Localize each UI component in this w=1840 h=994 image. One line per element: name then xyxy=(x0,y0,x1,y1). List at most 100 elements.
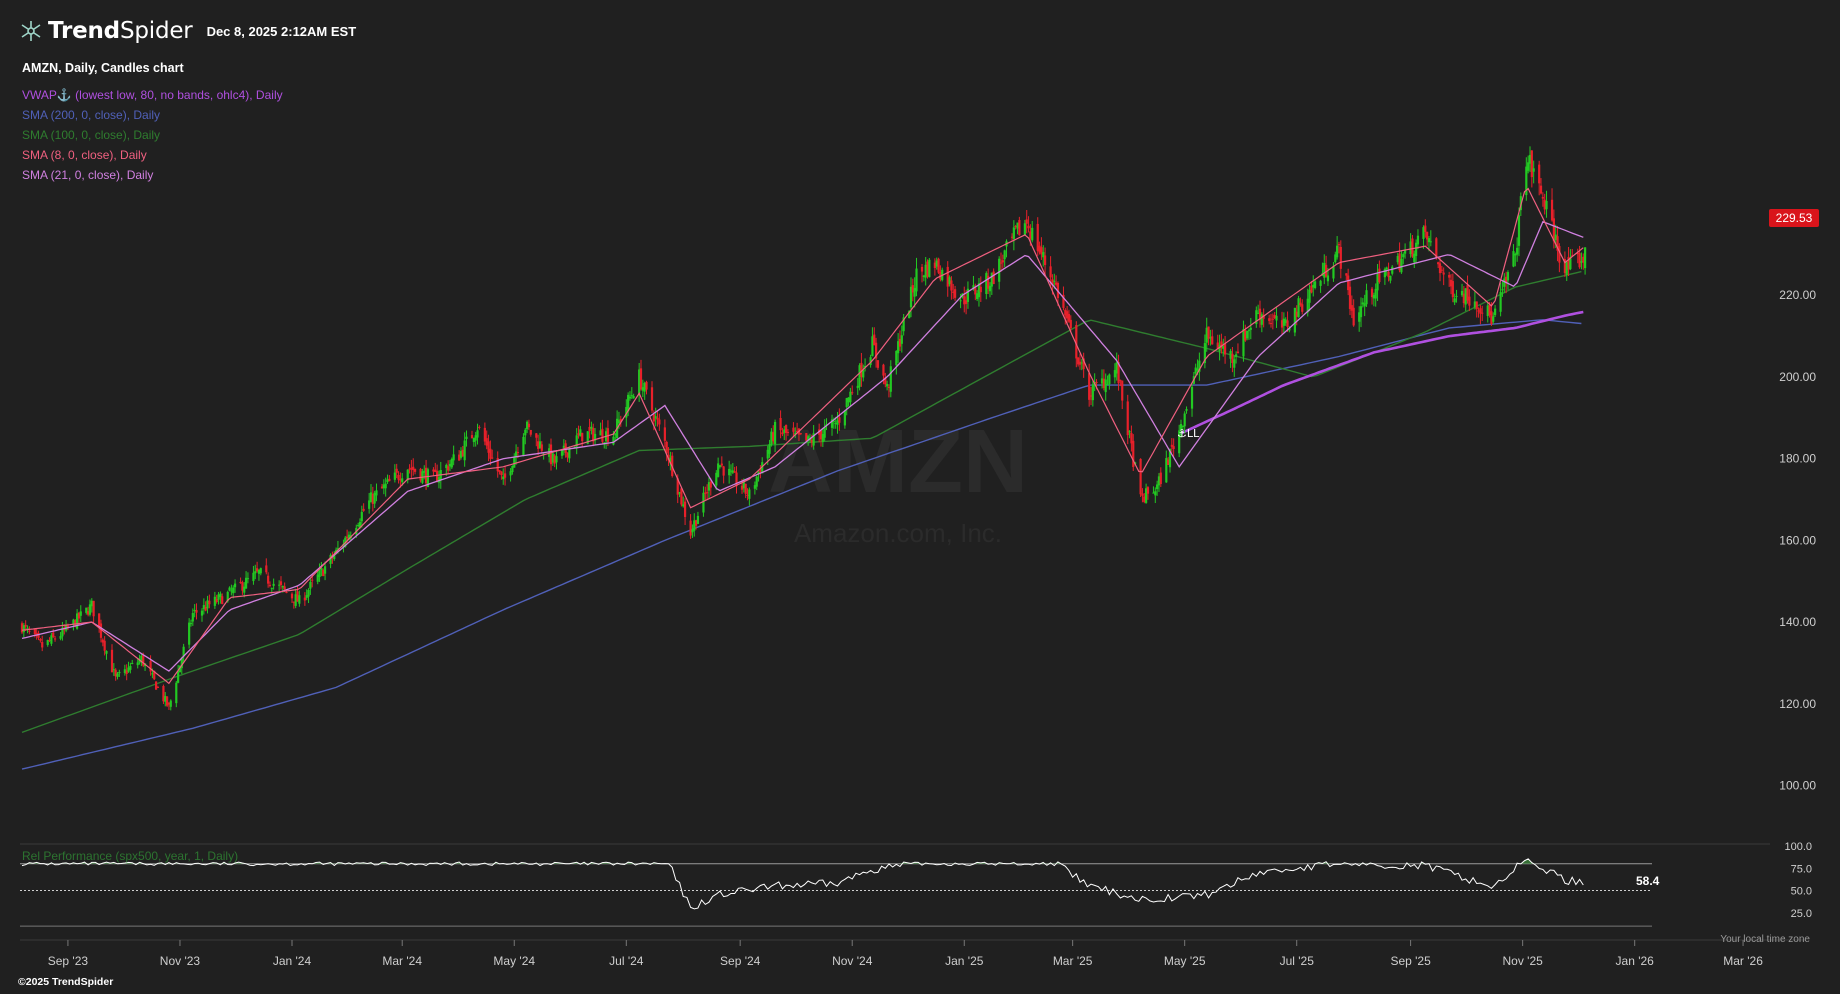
candle-body[interactable] xyxy=(303,597,306,601)
candle-body[interactable] xyxy=(1246,330,1249,339)
candle-body[interactable] xyxy=(1435,238,1438,258)
candle-body[interactable] xyxy=(1012,227,1015,239)
candle-body[interactable] xyxy=(1385,267,1388,270)
candle-body[interactable] xyxy=(298,595,301,604)
candle-body[interactable] xyxy=(535,433,538,438)
candle-body[interactable] xyxy=(28,630,31,632)
legend-item[interactable]: SMA (200, 0, close), Daily xyxy=(22,105,283,125)
rel-performance-panel[interactable]: 100.0 75.0 50.0 25.0 xyxy=(20,841,1812,927)
candle-body[interactable] xyxy=(1481,312,1484,314)
candle-body[interactable] xyxy=(259,568,262,574)
candle-body[interactable] xyxy=(709,481,712,488)
candle-body[interactable] xyxy=(1049,266,1052,278)
candle-body[interactable] xyxy=(581,432,584,442)
candle-body[interactable] xyxy=(129,665,132,670)
candle-body[interactable] xyxy=(1517,215,1521,246)
candle-body[interactable] xyxy=(851,392,854,394)
trendspider-logo[interactable]: TrendSpider xyxy=(20,18,193,44)
candle-body[interactable] xyxy=(268,584,272,586)
candle-body[interactable] xyxy=(232,587,235,594)
candle-body[interactable] xyxy=(1121,380,1124,401)
candle-body[interactable] xyxy=(246,578,250,580)
candle-body[interactable] xyxy=(272,583,275,586)
candle-body[interactable] xyxy=(786,431,790,433)
candle-body[interactable] xyxy=(992,271,995,285)
candle-body[interactable] xyxy=(862,370,865,378)
candle-body[interactable] xyxy=(843,411,846,426)
candle-body[interactable] xyxy=(1268,318,1271,321)
candle-body[interactable] xyxy=(1128,431,1131,433)
candle-body[interactable] xyxy=(154,681,158,690)
candle-body[interactable] xyxy=(24,624,27,627)
candle-body[interactable] xyxy=(1185,409,1188,411)
candle-body[interactable] xyxy=(1023,223,1026,236)
candle-body[interactable] xyxy=(92,600,95,617)
candle-body[interactable] xyxy=(401,478,404,483)
candle-body[interactable] xyxy=(1326,275,1330,282)
candle-body[interactable] xyxy=(39,638,42,641)
candle-body[interactable] xyxy=(792,427,795,432)
candle-body[interactable] xyxy=(1108,374,1111,384)
candle-body[interactable] xyxy=(1545,200,1548,210)
candle-body[interactable] xyxy=(540,444,543,451)
candle-body[interactable] xyxy=(1207,326,1210,339)
candle-body[interactable] xyxy=(452,454,455,461)
candle-body[interactable] xyxy=(1027,225,1030,229)
candle-body[interactable] xyxy=(1275,315,1278,321)
candle-body[interactable] xyxy=(937,258,940,273)
candle-body[interactable] xyxy=(1532,168,1535,172)
candle-body[interactable] xyxy=(632,396,635,399)
candle-body[interactable] xyxy=(52,632,55,638)
candle-body[interactable] xyxy=(1448,274,1451,278)
candle-body[interactable] xyxy=(1400,258,1403,273)
candle-body[interactable] xyxy=(1336,245,1339,258)
candle-body[interactable] xyxy=(362,508,365,511)
candle-body[interactable] xyxy=(1141,493,1144,496)
candle-body[interactable] xyxy=(491,457,494,459)
candle-body[interactable] xyxy=(254,571,257,574)
candle-body[interactable] xyxy=(1492,316,1495,322)
candle-body[interactable] xyxy=(393,472,396,480)
candle-body[interactable] xyxy=(1319,280,1322,286)
candle-body[interactable] xyxy=(601,428,604,442)
candle-body[interactable] xyxy=(323,566,327,574)
candle-body[interactable] xyxy=(663,427,666,441)
candle-body[interactable] xyxy=(1389,275,1392,281)
candle-body[interactable] xyxy=(1378,268,1381,282)
candle-body[interactable] xyxy=(702,492,705,513)
candle-body[interactable] xyxy=(999,262,1003,264)
candle-body[interactable] xyxy=(1550,199,1554,221)
candle-body[interactable] xyxy=(1043,255,1047,265)
candle-body[interactable] xyxy=(105,651,108,654)
candle-body[interactable] xyxy=(1025,219,1028,224)
candle-body[interactable] xyxy=(188,622,191,645)
candle-body[interactable] xyxy=(221,596,224,605)
candle-body[interactable] xyxy=(889,366,892,392)
candle-body[interactable] xyxy=(650,387,654,411)
candle-body[interactable] xyxy=(1438,263,1442,274)
candle-body[interactable] xyxy=(1429,241,1432,243)
candle-body[interactable] xyxy=(706,492,709,494)
candle-body[interactable] xyxy=(1190,386,1194,409)
candle-body[interactable] xyxy=(131,662,134,664)
candle-body[interactable] xyxy=(118,671,121,674)
candle-body[interactable] xyxy=(524,429,527,436)
candle-body[interactable] xyxy=(1235,354,1238,357)
candle-body[interactable] xyxy=(1578,253,1581,268)
candle-body[interactable] xyxy=(656,417,659,420)
candle-body[interactable] xyxy=(658,419,661,425)
candle-body[interactable] xyxy=(799,433,802,435)
candle-body[interactable] xyxy=(998,258,1001,282)
candle-body[interactable] xyxy=(1183,413,1186,427)
candle-body[interactable] xyxy=(489,448,492,459)
candle-body[interactable] xyxy=(500,471,503,475)
candle-body[interactable] xyxy=(1247,330,1251,332)
candle-body[interactable] xyxy=(876,360,880,368)
candle-body[interactable] xyxy=(1440,269,1443,271)
candle-body[interactable] xyxy=(886,383,889,387)
candle-body[interactable] xyxy=(1337,244,1341,246)
candle-body[interactable] xyxy=(1146,487,1150,494)
candle-body[interactable] xyxy=(1139,458,1142,495)
candle-body[interactable] xyxy=(768,444,771,454)
timezone-note[interactable]: Your local time zone xyxy=(1720,934,1810,945)
